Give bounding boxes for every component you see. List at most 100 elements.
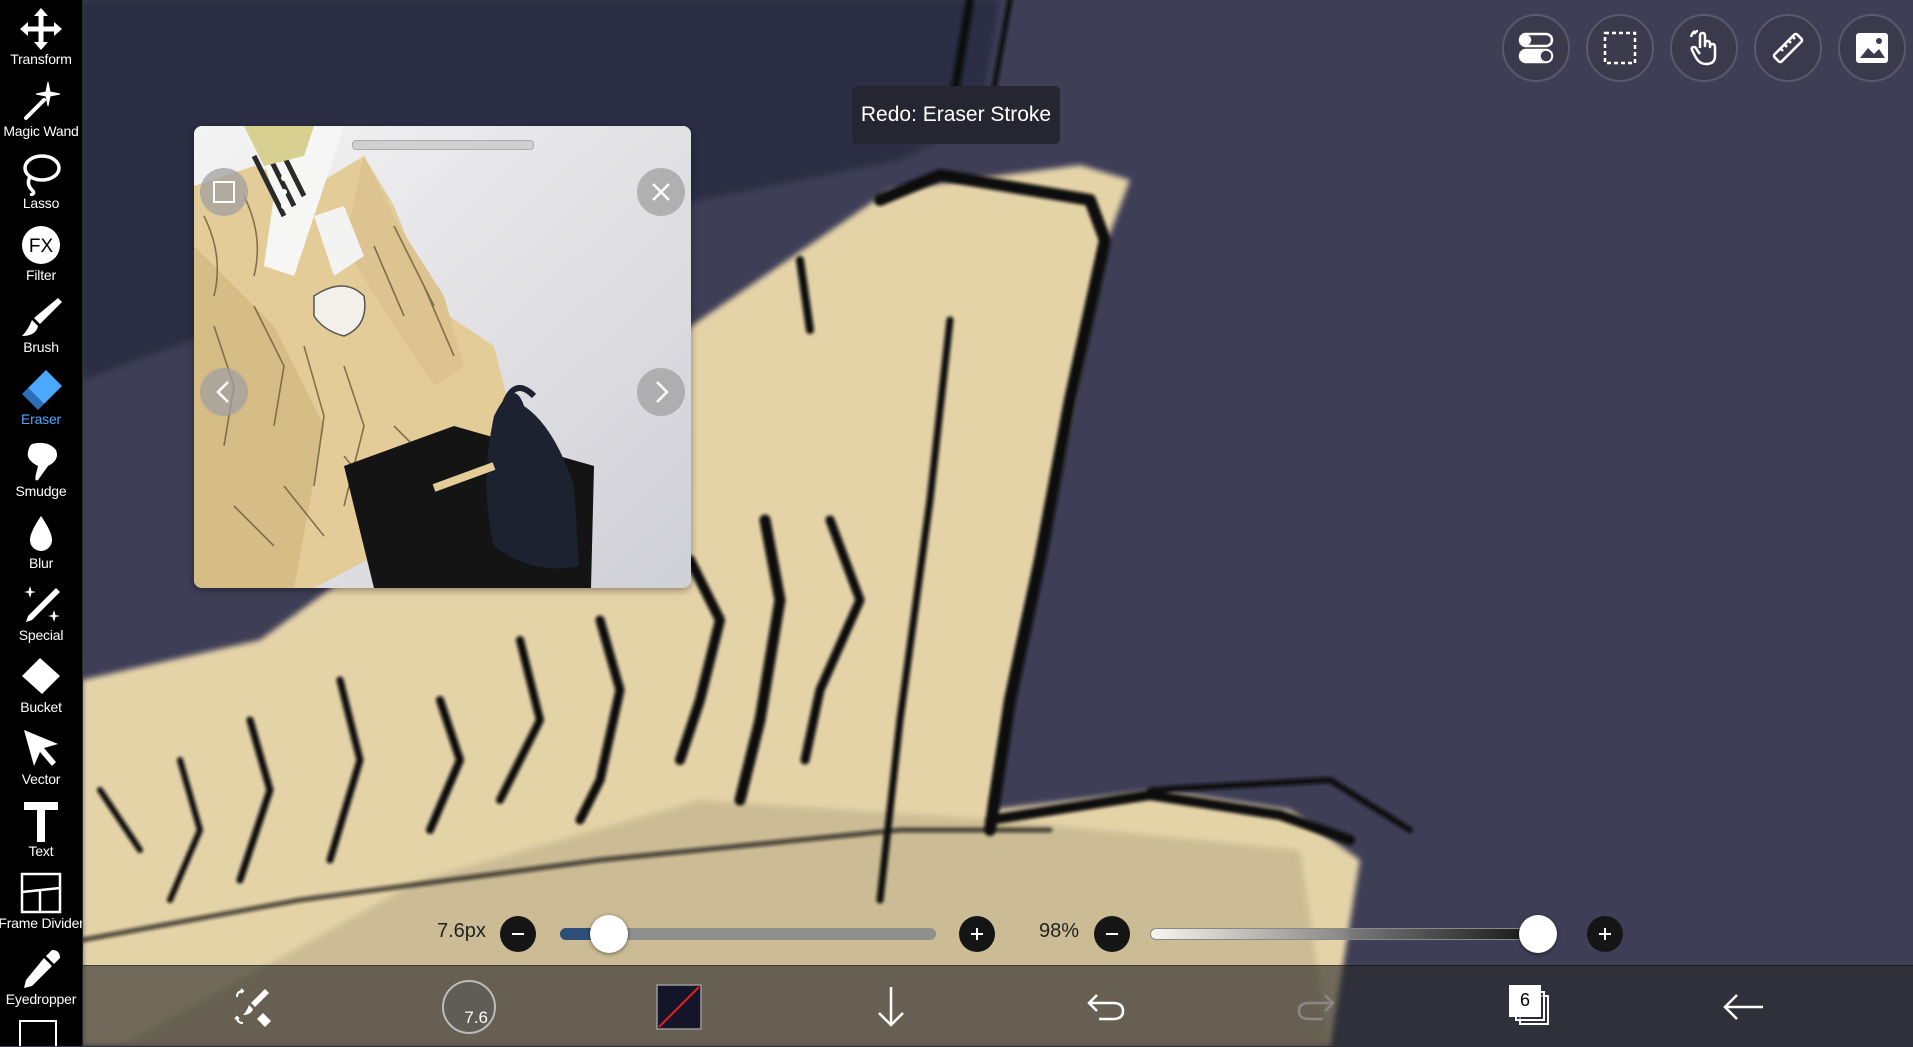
tool-blur[interactable]: Blur	[0, 504, 82, 576]
tool-brush[interactable]: Brush	[0, 288, 82, 360]
reference-image	[194, 126, 691, 588]
tool-smudge[interactable]: Smudge	[0, 432, 82, 504]
minus-icon	[1106, 933, 1118, 935]
eyedropper-icon	[24, 950, 60, 988]
opacity-value: 98%	[1039, 920, 1080, 942]
opacity-decrease-button[interactable]	[1094, 916, 1130, 952]
frame-divider-icon	[20, 872, 62, 914]
brush-size-thumb[interactable]	[589, 915, 628, 953]
layer-count: 6	[1519, 990, 1530, 1010]
reference-fullscreen-button[interactable]	[200, 168, 248, 216]
cursor-arrow-icon	[24, 730, 58, 766]
tool-bucket[interactable]: Bucket	[0, 648, 82, 720]
tool-label: Special	[18, 627, 64, 643]
tool-label: Text	[28, 843, 54, 859]
tool-label: Frame Divider	[0, 915, 83, 931]
image-button[interactable]	[1838, 14, 1906, 82]
tool-label: Filter	[26, 267, 56, 283]
tool-special[interactable]: Special	[0, 576, 82, 648]
svg-text:FX: FX	[29, 236, 54, 257]
layers-button[interactable]: 6	[1496, 966, 1566, 1047]
tool-label: Brush	[23, 339, 59, 355]
reference-next-button[interactable]	[637, 368, 685, 416]
opacity-increase-button[interactable]	[1587, 916, 1623, 952]
brush-eraser-switch-icon	[234, 987, 271, 1027]
tool-lasso[interactable]: Lasso	[0, 144, 82, 216]
more-vertical-icon	[281, 175, 287, 209]
tool-label: Blur	[28, 555, 54, 571]
tool-frame-divider[interactable]: Frame Divider	[0, 864, 82, 936]
close-icon	[652, 183, 670, 201]
brush-size-increase-button[interactable]	[959, 916, 995, 952]
eraser-icon	[22, 370, 62, 410]
undo-button[interactable]	[1070, 966, 1140, 1047]
text-t-icon	[24, 802, 58, 842]
move-arrows-icon	[20, 8, 62, 50]
tool-label: Eraser	[20, 411, 62, 427]
reference-drag-handle[interactable]	[352, 140, 534, 150]
toggle-icon	[1518, 32, 1554, 64]
fx-icon: FX	[22, 226, 60, 264]
undo-icon	[1087, 993, 1125, 1020]
plus-icon	[971, 928, 983, 940]
color-swatch-button[interactable]	[644, 966, 714, 1047]
tool-eraser[interactable]: Eraser	[0, 360, 82, 432]
tool-label: Magic Wand	[3, 123, 79, 139]
layers-icon: 6	[1509, 984, 1553, 1029]
tool-canvas-partial[interactable]	[19, 1020, 57, 1046]
fullscreen-icon	[213, 181, 235, 203]
opacity-thumb[interactable]	[1519, 915, 1558, 953]
tool-transform[interactable]: Transform	[0, 0, 82, 72]
redo-button[interactable]	[1282, 966, 1352, 1047]
smudge-icon	[27, 442, 57, 481]
opacity-track[interactable]	[1150, 928, 1546, 940]
tool-eyedropper[interactable]: Eyedropper	[0, 940, 82, 1012]
bucket-icon	[22, 658, 60, 694]
bottom-toolbar: 7.6 6	[82, 965, 1913, 1047]
tool-label: Vector	[21, 771, 61, 787]
redo-icon	[1297, 993, 1335, 1020]
hand-gesture-icon	[1689, 29, 1717, 66]
reference-window[interactable]	[194, 126, 691, 588]
toggle-settings-button[interactable]	[1502, 14, 1570, 82]
tool-label: Smudge	[15, 483, 67, 499]
download-button[interactable]	[856, 966, 926, 1047]
brush-icon	[22, 298, 62, 336]
brush-size-badge: 7.6	[464, 1007, 488, 1027]
sparkle-pen-icon	[24, 586, 60, 622]
tool-filter[interactable]: FX Filter	[0, 216, 82, 288]
lasso-icon	[23, 154, 61, 196]
tool-label: Transform	[10, 51, 72, 67]
brush-size-preview-button[interactable]: 7.6	[434, 966, 504, 1047]
color-swatch	[656, 983, 702, 1030]
selection-button[interactable]	[1586, 14, 1654, 82]
reference-prev-button[interactable]	[200, 368, 248, 416]
selection-rect-icon	[1603, 31, 1637, 65]
tool-magic-wand[interactable]: Magic Wand	[0, 72, 82, 144]
tooltip-text: Redo: Eraser Stroke	[860, 103, 1052, 126]
tool-label: Eyedropper	[5, 991, 77, 1007]
tool-label: Bucket	[20, 699, 62, 715]
brush-size-decrease-button[interactable]	[500, 916, 536, 952]
ruler-button[interactable]	[1754, 14, 1822, 82]
next-icon	[656, 381, 669, 403]
back-button[interactable]	[1708, 966, 1778, 1047]
plus-icon	[1599, 928, 1611, 940]
brush-size-icon: 7.6	[442, 979, 496, 1034]
magic-wand-icon	[24, 81, 61, 120]
brush-eraser-switch-button[interactable]	[218, 966, 288, 1047]
tool-vector[interactable]: Vector	[0, 720, 82, 792]
prev-icon	[216, 381, 229, 403]
tool-sidebar: Transform Magic Wand Lasso FX Filter Bru…	[0, 0, 83, 1046]
gesture-button[interactable]	[1670, 14, 1738, 82]
brush-size-value: 7.6px	[437, 920, 486, 942]
tool-text[interactable]: Text	[0, 792, 82, 864]
droplet-icon	[30, 516, 52, 551]
reference-more-button[interactable]	[280, 172, 288, 212]
ruler-icon	[1772, 32, 1804, 64]
back-arrow-icon	[1723, 993, 1763, 1020]
reference-close-button[interactable]	[637, 168, 685, 216]
tool-label: Lasso	[22, 195, 60, 211]
redo-tooltip: Redo: Eraser Stroke	[852, 86, 1060, 144]
minus-icon	[512, 933, 524, 935]
